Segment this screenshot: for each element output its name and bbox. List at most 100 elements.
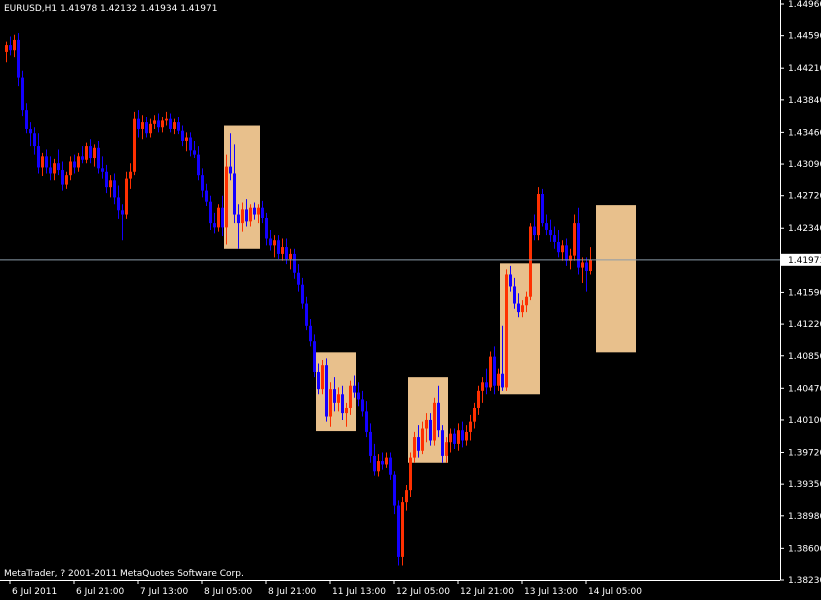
candle	[313, 334, 316, 378]
candle-body	[437, 402, 440, 431]
candle-body	[177, 122, 180, 131]
candle-body	[457, 430, 460, 444]
candle	[109, 175, 112, 198]
candle-body	[281, 247, 284, 254]
candle	[529, 223, 532, 301]
candle-body	[221, 207, 224, 228]
candle	[549, 219, 552, 242]
y-tick-label: 1.44590	[788, 32, 821, 42]
highlight-zones	[224, 125, 636, 463]
candle-body	[249, 207, 252, 222]
candle	[461, 421, 464, 448]
y-tick-label: 1.44210	[788, 64, 821, 74]
candle-body	[153, 120, 156, 124]
candle-body	[357, 392, 360, 400]
candle-body	[489, 356, 492, 388]
candle-body	[21, 77, 24, 111]
candle	[361, 390, 364, 417]
candle	[537, 187, 540, 241]
candle-body	[305, 303, 308, 326]
candle	[409, 452, 412, 497]
candle	[9, 36, 12, 56]
candle	[37, 133, 40, 174]
candle	[557, 229, 560, 258]
candle-body	[549, 229, 552, 236]
candle-body	[301, 284, 304, 304]
candle-body	[105, 171, 108, 188]
candle-body	[425, 419, 428, 429]
candle	[129, 163, 132, 189]
candle-body	[121, 210, 124, 215]
candle	[113, 173, 116, 205]
candle	[45, 149, 48, 174]
candle	[89, 139, 92, 164]
candle-body	[341, 394, 344, 414]
candle-body	[465, 431, 468, 441]
candle	[269, 229, 272, 251]
candle	[29, 122, 32, 147]
candlestick-chart[interactable]: 1.44960 1.44590 1.44210 1.43840 1.43460 1.430…	[0, 0, 821, 600]
candle-body	[453, 433, 456, 444]
candle	[261, 200, 264, 224]
y-tick-label: 1.43090	[788, 160, 821, 170]
y-tick-label: 1.38230	[788, 576, 821, 586]
candle-body	[493, 356, 496, 386]
candle	[57, 149, 60, 176]
candle	[61, 161, 64, 191]
candle-body	[405, 490, 408, 503]
candle	[589, 247, 592, 275]
candle-body	[381, 461, 384, 465]
candle	[577, 207, 580, 275]
candle-body	[441, 430, 444, 456]
candle	[157, 113, 160, 133]
candle-body	[561, 245, 564, 253]
candle-body	[501, 373, 504, 388]
candle	[401, 496, 404, 566]
x-tick-label: 13 Jul 13:00	[524, 587, 578, 597]
candle	[309, 318, 312, 347]
y-tick-label: 1.39350	[788, 480, 821, 490]
candle-body	[41, 156, 44, 168]
candle	[125, 171, 128, 219]
candle-body	[241, 209, 244, 224]
candle	[581, 257, 584, 284]
candle	[153, 115, 156, 129]
candle	[321, 360, 324, 395]
candle-body	[137, 118, 140, 129]
candle	[493, 346, 496, 395]
candle	[21, 70, 24, 117]
candle-body	[197, 154, 200, 176]
candle-body	[553, 235, 556, 242]
candle-body	[505, 274, 508, 388]
candle-body	[45, 156, 48, 168]
chart-window[interactable]: 1.44960 1.44590 1.44210 1.43840 1.43460 1.430…	[0, 0, 821, 600]
candle	[289, 248, 292, 270]
candle	[85, 142, 88, 164]
candle-body	[309, 325, 312, 342]
candle	[385, 452, 388, 468]
candle-body	[277, 240, 280, 254]
candle-body	[245, 209, 248, 222]
candle-body	[201, 175, 204, 191]
candle-body	[25, 110, 28, 129]
candle	[53, 158, 56, 181]
candle	[585, 257, 588, 292]
x-tick-label: 11 Jul 13:00	[332, 587, 386, 597]
candle	[117, 185, 120, 219]
candle	[137, 110, 140, 138]
candle	[73, 154, 76, 174]
candle-body	[173, 122, 176, 129]
candle-body	[53, 163, 56, 174]
candle	[33, 127, 36, 155]
candle-body	[445, 442, 448, 456]
candle-body	[117, 197, 120, 211]
candle-body	[401, 502, 404, 557]
candle	[489, 351, 492, 391]
candle	[405, 484, 408, 511]
candle	[297, 264, 300, 292]
candle	[121, 204, 124, 241]
candle-body	[313, 341, 316, 373]
y-tick-label: 1.42720	[788, 192, 821, 202]
candle	[213, 212, 216, 234]
candle-body	[521, 305, 524, 313]
